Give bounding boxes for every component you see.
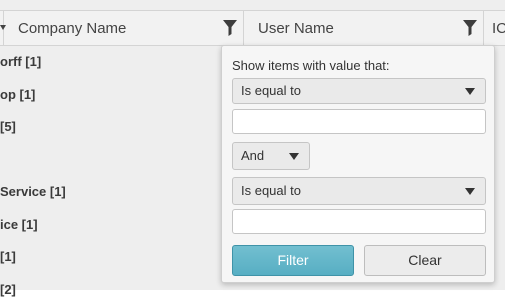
filter-caption: Show items with value that: xyxy=(232,58,390,73)
filter-funnel-icon[interactable] xyxy=(463,20,477,36)
filter-funnel-icon[interactable] xyxy=(223,20,237,36)
second-operator-dropdown[interactable]: Is equal to xyxy=(232,177,486,205)
chevron-down-icon xyxy=(465,188,475,195)
group-row[interactable] xyxy=(0,144,230,177)
grid-group-rows: orff [1] op [1] [5] Service [1] ice [1] … xyxy=(0,46,230,306)
data-grid: Company Name User Name IC orff [1] op [1… xyxy=(0,0,505,290)
first-operator-dropdown[interactable]: Is equal to xyxy=(232,78,486,104)
second-operator-value: Is equal to xyxy=(241,183,301,198)
group-row[interactable]: orff [1] xyxy=(0,46,230,79)
group-row[interactable]: op [1] xyxy=(0,79,230,112)
group-row[interactable]: ice [1] xyxy=(0,209,230,242)
group-row[interactable]: [1] xyxy=(0,241,230,274)
chevron-down-icon xyxy=(465,88,475,95)
chevron-down-icon xyxy=(289,153,299,160)
column-header-label: Company Name xyxy=(4,20,126,37)
first-operator-value: Is equal to xyxy=(241,83,301,98)
first-value-input[interactable] xyxy=(232,109,486,134)
column-header-label: User Name xyxy=(244,20,334,37)
second-value-input[interactable] xyxy=(232,209,486,234)
logic-operator-value: And xyxy=(241,148,264,163)
column-header-label: IC xyxy=(484,20,505,37)
filter-menu-popup: Show items with value that: Is equal to … xyxy=(221,45,495,283)
group-row[interactable]: Service [1] xyxy=(0,176,230,209)
logic-operator-dropdown[interactable]: And xyxy=(232,142,310,170)
column-header-id[interactable]: IC xyxy=(484,11,505,45)
column-header-user-name[interactable]: User Name xyxy=(244,11,484,45)
clear-button[interactable]: Clear xyxy=(364,245,486,276)
grid-header-row: Company Name User Name IC xyxy=(0,10,505,46)
column-header-company-name[interactable]: Company Name xyxy=(4,11,244,45)
group-row[interactable]: [5] xyxy=(0,111,230,144)
filter-button[interactable]: Filter xyxy=(232,245,354,276)
